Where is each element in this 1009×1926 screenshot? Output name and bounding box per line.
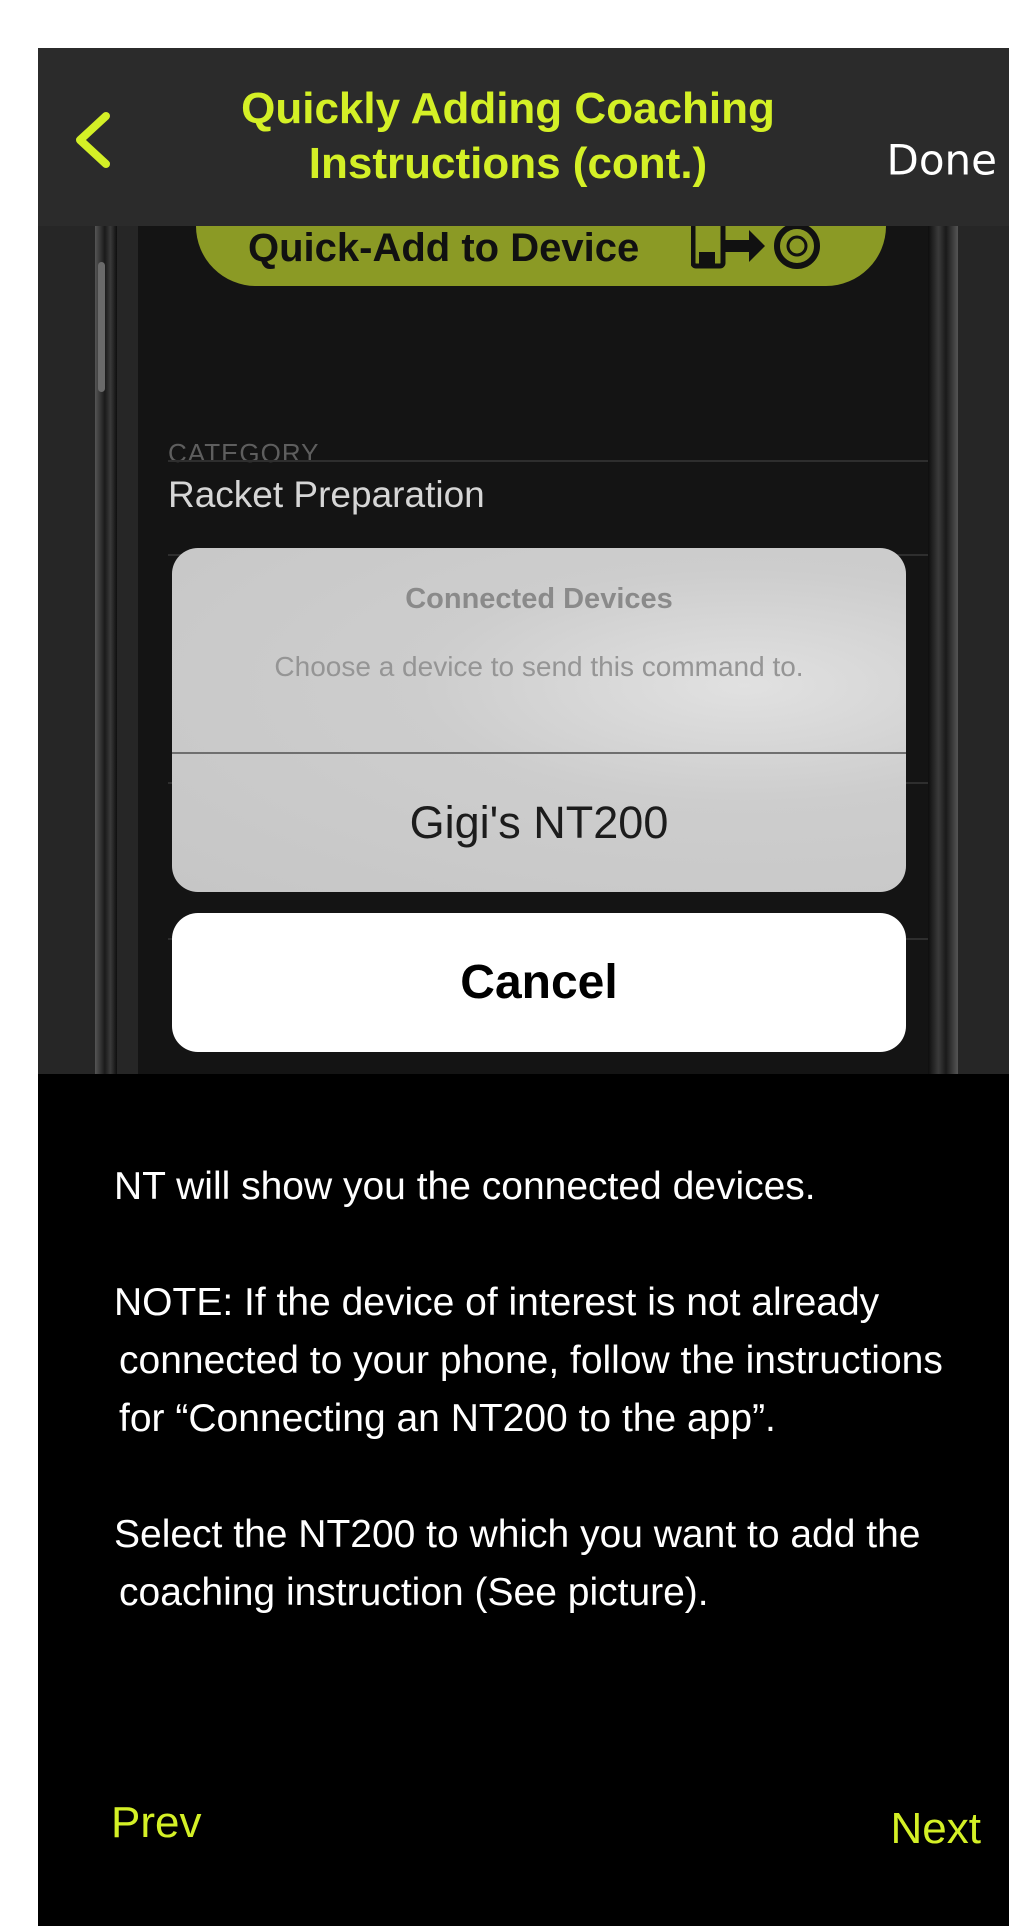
device-option-gigis-nt200[interactable]: Gigi's NT200	[172, 754, 906, 892]
page-title-line-1: Quickly Adding Coaching	[241, 84, 775, 133]
chevron-left-icon	[76, 112, 110, 168]
app-frame: Quickly Adding Coaching Instructions (co…	[38, 48, 1009, 1926]
cancel-button[interactable]: Cancel	[172, 913, 906, 1052]
next-button[interactable]: Next	[891, 1804, 981, 1854]
watch-icon	[774, 226, 820, 269]
action-sheet: Connected Devices Choose a device to sen…	[172, 548, 906, 892]
divider	[168, 460, 928, 462]
quick-add-label: Quick-Add to Device	[248, 226, 640, 270]
back-button[interactable]	[66, 110, 126, 170]
done-button[interactable]: Done	[887, 136, 998, 185]
page-title-line-2: Instructions (cont.)	[308, 139, 708, 188]
nav-header: Quickly Adding Coaching Instructions (co…	[38, 48, 1009, 226]
action-sheet-title: Connected Devices	[405, 583, 673, 615]
tutorial-screenshot: Quick-Add to Device CATEGORY Racket Prep…	[38, 226, 1009, 1074]
action-sheet-message: Choose a device to send this command to.	[274, 651, 804, 682]
instruction-paragraph-2: NOTE: If the device of interest is not a…	[114, 1281, 943, 1440]
phone-side-button	[98, 262, 105, 392]
category-label: CATEGORY	[168, 438, 320, 468]
instruction-paragraph-3: Select the NT200 to which you want to ad…	[114, 1513, 921, 1614]
phone-edge-right	[928, 226, 958, 1074]
prev-button[interactable]: Prev	[111, 1798, 201, 1848]
category-value: Racket Preparation	[168, 474, 485, 515]
quick-add-button[interactable]: Quick-Add to Device	[196, 226, 886, 286]
instructions-text: NT will show you the connected devices. …	[114, 1158, 994, 1680]
instruction-paragraph-1: NT will show you the connected devices.	[114, 1165, 816, 1208]
page-title: Quickly Adding Coaching Instructions (co…	[188, 81, 828, 191]
phone-transfer-icon	[691, 226, 820, 269]
